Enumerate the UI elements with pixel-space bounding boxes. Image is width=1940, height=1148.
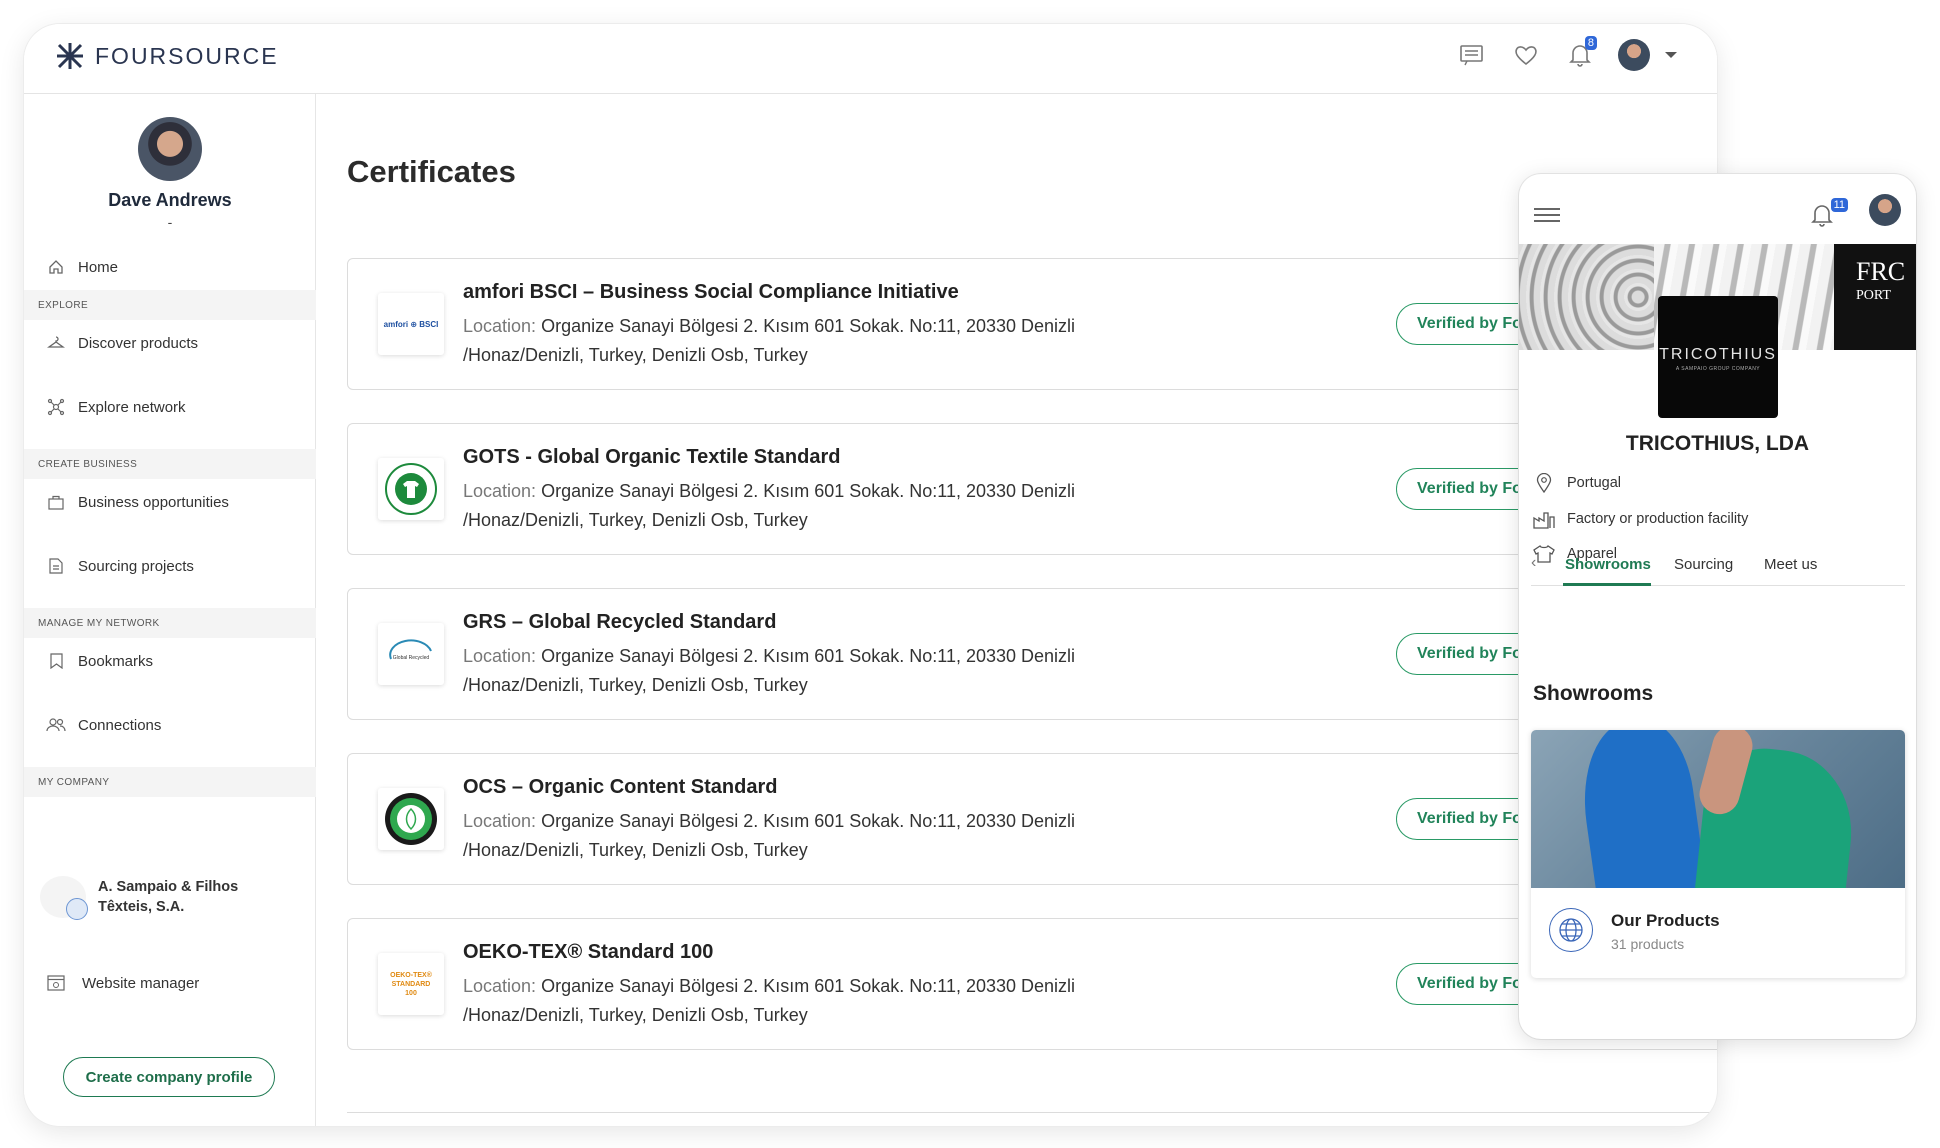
certificate-card[interactable]: amfori ⊕ BSCI amfori BSCI – Business Soc… — [347, 258, 1717, 390]
divider — [347, 1112, 1717, 1113]
sidebar-item-label: Website manager — [82, 974, 200, 992]
showroom-image — [1531, 730, 1905, 888]
heart-icon[interactable] — [1509, 38, 1543, 72]
sidebar-item-label: Home — [78, 258, 119, 276]
certificate-title: amfori BSCI – Business Social Compliance… — [463, 281, 959, 303]
users-icon — [46, 715, 66, 735]
certificate-title: GRS – Global Recycled Standard — [463, 611, 777, 633]
create-company-profile-button[interactable]: Create company profile — [63, 1057, 275, 1097]
profile-avatar[interactable] — [138, 117, 202, 181]
company-switcher[interactable]: A. Sampaio & Filhos Têxteis, S.A. — [40, 876, 258, 920]
foursource-logo-icon — [57, 43, 83, 69]
user-name: Dave Andrews — [108, 190, 232, 210]
menu-icon[interactable] — [1534, 208, 1560, 226]
company-logo — [40, 876, 88, 920]
desktop-window: FOURSOURCE 8 Dave Andrews - Home EXPLORE… — [24, 24, 1717, 1126]
sidebar-item-label: Discover products — [78, 334, 199, 352]
diamond-icon — [66, 898, 88, 920]
briefcase-icon — [46, 492, 66, 512]
globe-icon — [1549, 908, 1593, 952]
top-icons: 8 — [1435, 36, 1677, 72]
showroom-card[interactable]: Our Products 31 products — [1531, 730, 1905, 978]
section-my-company: MY COMPANY — [24, 767, 316, 797]
sidebar-item-label: Connections — [78, 716, 162, 734]
factory-icon — [1533, 508, 1555, 530]
certificate-title: GOTS - Global Organic Textile Standard — [463, 446, 841, 468]
section-create-business: CREATE BUSINESS — [24, 449, 316, 479]
gots-logo — [378, 458, 444, 520]
bell-icon[interactable]: 8 — [1563, 36, 1597, 72]
company-logo: TRICOTHIUS A SAMPAIO GROUP COMPANY — [1658, 296, 1778, 418]
sidebar-item-connections[interactable]: Connections — [24, 702, 316, 748]
user-subtitle: - — [167, 214, 173, 230]
ocs-logo — [378, 788, 444, 850]
bell-icon[interactable]: 11 — [1810, 198, 1848, 232]
certificate-location: Location: Organize Sanayi Bölgesi 2. Kıs… — [463, 811, 1076, 860]
section-manage-my-network: MANAGE MY NETWORK — [24, 608, 316, 638]
hanger-icon — [46, 333, 66, 353]
document-icon — [46, 556, 66, 576]
network-icon — [46, 397, 66, 417]
location-pin-icon — [1533, 472, 1555, 494]
certificate-title: OCS – Organic Content Standard — [463, 776, 778, 798]
main-content: Certificates amfori ⊕ BSCI amfori BSCI –… — [316, 94, 1717, 1126]
brand-logo[interactable]: FOURSOURCE — [55, 41, 279, 71]
section-explore: EXPLORE — [24, 290, 316, 320]
certificate-card[interactable]: Global Recycled GRS – Global Recycled St… — [347, 588, 1717, 720]
certificate-title: OEKO-TEX® Standard 100 — [463, 941, 714, 963]
tab-sourcing[interactable]: Sourcing — [1674, 556, 1733, 573]
sidebar-item-sourcing-projects[interactable]: Sourcing projects — [24, 543, 316, 589]
tab-showrooms[interactable]: Showrooms — [1565, 556, 1651, 573]
avatar[interactable] — [1869, 194, 1901, 226]
bookmark-icon — [46, 651, 66, 671]
sidebar-item-home[interactable]: Home — [24, 244, 316, 290]
sidebar-item-website-manager[interactable]: Website manager — [24, 960, 316, 1006]
certificate-location: Location: Organize Sanayi Bölgesi 2. Kıs… — [463, 316, 1076, 365]
profile-tabs: ‹ Showrooms Sourcing Meet us — [1531, 550, 1905, 586]
sidebar-item-label: Business opportunities — [78, 493, 229, 511]
company-name: A. Sampaio & Filhos Têxteis, S.A. — [98, 879, 239, 915]
tab-meet-us[interactable]: Meet us — [1764, 556, 1817, 573]
sidebar-item-label: Bookmarks — [78, 652, 154, 670]
certificate-card[interactable]: GOTS - Global Organic Textile Standard L… — [347, 423, 1717, 555]
certificate-card[interactable]: OEKO-TEX® STANDARD 100 OEKO-TEX® Standar… — [347, 918, 1717, 1050]
section-title: Showrooms — [1533, 682, 1654, 705]
certificate-card[interactable]: OCS – Organic Content Standard Location:… — [347, 753, 1717, 885]
certificate-location: Location: Organize Sanayi Bölgesi 2. Kıs… — [463, 481, 1076, 530]
notification-badge: 8 — [1584, 36, 1597, 50]
avatar — [1618, 39, 1650, 71]
sidebar: Dave Andrews - Home EXPLORE Discover pro… — [24, 94, 316, 1126]
certificate-location: Location: Organize Sanayi Bölgesi 2. Kıs… — [463, 646, 1076, 695]
chevron-down-icon[interactable] — [1665, 52, 1677, 58]
showroom-title: Our Products — [1611, 911, 1720, 930]
active-tab-indicator — [1563, 583, 1651, 586]
browser-icon — [46, 973, 66, 993]
mobile-preview: 11 FRC PORT TRICOTHIUS A SAMPAIO GROUP CO… — [1519, 174, 1916, 1039]
grs-logo: Global Recycled — [378, 623, 444, 685]
chevron-left-icon[interactable]: ‹ — [1531, 554, 1536, 572]
home-icon — [46, 257, 66, 277]
messages-icon[interactable] — [1455, 38, 1489, 72]
sidebar-item-bookmarks[interactable]: Bookmarks — [24, 638, 316, 684]
sidebar-item-label: Explore network — [78, 398, 186, 416]
sidebar-item-explore-network[interactable]: Explore network — [24, 384, 316, 430]
brand-name: FOURSOURCE — [95, 42, 279, 69]
company-name: TRICOTHIUS, LDA — [1625, 432, 1810, 455]
company-country: Portugal — [1533, 472, 1621, 494]
sidebar-item-business-opportunities[interactable]: Business opportunities — [24, 479, 316, 525]
sidebar-item-label: Sourcing projects — [78, 557, 194, 575]
page-title: Certificates — [347, 154, 516, 189]
banner-text: FRC PORT — [1834, 244, 1916, 350]
sidebar-item-discover-products[interactable]: Discover products — [24, 320, 316, 366]
top-bar: FOURSOURCE 8 — [24, 24, 1717, 94]
company-type: Factory or production facility — [1533, 508, 1748, 530]
oeko-tex-logo: OEKO-TEX® STANDARD 100 — [378, 953, 444, 1015]
notification-badge: 11 — [1830, 198, 1848, 212]
user-menu[interactable] — [1617, 38, 1651, 72]
svg-text:Global Recycled: Global Recycled — [393, 655, 430, 661]
certificate-location: Location: Organize Sanayi Bölgesi 2. Kıs… — [463, 976, 1076, 1025]
showroom-count: 31 products — [1611, 936, 1685, 952]
amfori-bsci-logo: amfori ⊕ BSCI — [378, 293, 444, 355]
